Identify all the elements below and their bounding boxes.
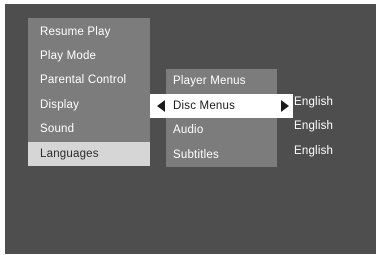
main-menu-item-play-mode[interactable]: Play Mode bbox=[28, 44, 150, 68]
main-menu-item-sound[interactable]: Sound bbox=[28, 117, 150, 141]
submenu-item-subtitles[interactable]: Subtitles bbox=[166, 143, 277, 167]
main-menu: Resume Play Play Mode Parental Control D… bbox=[28, 18, 150, 166]
disc-menus-value: English bbox=[294, 96, 334, 108]
submenu-item-label: Player Menus bbox=[173, 75, 246, 87]
subtitles-value: English bbox=[294, 145, 334, 157]
submenu-item-audio[interactable]: Audio bbox=[166, 118, 277, 142]
triangle-right-icon[interactable] bbox=[281, 100, 289, 112]
audio-value: English bbox=[294, 120, 334, 132]
main-menu-item-parental-control[interactable]: Parental Control bbox=[28, 68, 150, 92]
languages-submenu: Player Menus Disc Menus Audio Subtitles bbox=[150, 69, 293, 167]
submenu-item-label: Disc Menus bbox=[173, 100, 236, 112]
triangle-left-icon[interactable] bbox=[157, 100, 165, 112]
main-menu-item-resume-play[interactable]: Resume Play bbox=[28, 20, 150, 44]
submenu-item-label: Subtitles bbox=[173, 149, 219, 161]
submenu-item-player-menus[interactable]: Player Menus bbox=[166, 69, 277, 93]
main-menu-item-label: Sound bbox=[40, 123, 75, 135]
main-menu-item-label: Play Mode bbox=[40, 50, 97, 62]
main-menu-item-label: Display bbox=[40, 99, 80, 111]
main-menu-item-languages[interactable]: Languages bbox=[28, 142, 150, 166]
submenu-item-disc-menus[interactable]: Disc Menus bbox=[150, 94, 293, 118]
main-menu-item-label: Parental Control bbox=[40, 74, 127, 86]
submenu-item-label: Audio bbox=[173, 124, 204, 136]
main-menu-item-display[interactable]: Display bbox=[28, 93, 150, 117]
main-menu-item-label: Resume Play bbox=[40, 26, 111, 38]
dvd-setup-screen: Resume Play Play Mode Parental Control D… bbox=[5, 4, 376, 254]
main-menu-item-label: Languages bbox=[40, 148, 99, 160]
